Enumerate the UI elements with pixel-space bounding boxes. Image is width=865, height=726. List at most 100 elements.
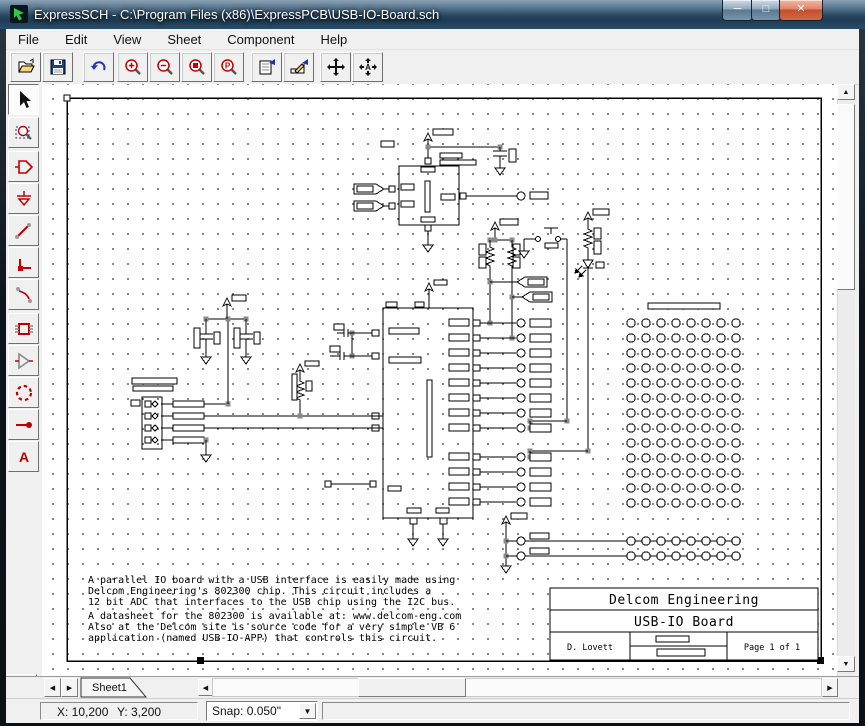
horizontal-scroll-thumb[interactable]	[358, 678, 466, 697]
cursor-y-value: Y: 3,200	[117, 705, 161, 719]
tool-wire[interactable]	[8, 215, 39, 246]
vertical-scroll-thumb[interactable]	[837, 104, 855, 290]
title-block-project: USB-IO Board	[634, 615, 734, 630]
sheet-tab-row: ◀ ▶ Sheet1 ◀ ▶	[6, 676, 859, 699]
undo-button[interactable]	[83, 52, 114, 82]
annotation-line: Delcom Engineering's 802300 chip. This c…	[88, 586, 431, 597]
app-icon	[10, 5, 28, 23]
zoom-area-icon	[13, 122, 35, 144]
menu-view[interactable]: View	[109, 31, 145, 48]
hscroll-left-button[interactable]: ◀	[198, 679, 213, 696]
ground-icon	[13, 188, 35, 210]
window-body: File Edit View Sheet Component Help	[6, 29, 859, 722]
pan-icon	[326, 57, 346, 77]
tab-scroll-left-button[interactable]: ◀	[44, 678, 61, 697]
status-message-panel	[322, 702, 850, 720]
schematic-canvas[interactable]: A parallel IO board with a USB interface…	[42, 84, 837, 676]
coordinates-panel: X: 10,200 Y: 3,200	[40, 702, 198, 720]
menu-sheet[interactable]: Sheet	[163, 31, 205, 48]
svg-text:A: A	[18, 449, 28, 465]
check-schematic-icon	[289, 57, 309, 77]
title-block-author: D. Lovett	[567, 643, 613, 653]
tool-port[interactable]	[8, 151, 39, 182]
menu-help[interactable]: Help	[317, 31, 352, 48]
tool-text[interactable]: A	[8, 441, 39, 472]
text-icon: A	[13, 446, 35, 468]
pan-auto-button[interactable]: A	[352, 52, 383, 82]
menu-edit[interactable]: Edit	[61, 31, 91, 48]
dip-socket-grid[interactable]	[624, 303, 743, 564]
tab-scroll-right-button[interactable]: ▶	[61, 678, 78, 697]
tool-zoom-area[interactable]	[8, 117, 39, 148]
snap-dropdown[interactable]: Snap: 0.050" ▼	[206, 701, 318, 721]
tool-circle[interactable]	[8, 377, 39, 408]
scroll-down-button[interactable]: ▼	[837, 656, 855, 672]
close-button[interactable]: ✕	[779, 0, 823, 21]
tool-corner[interactable]	[8, 247, 39, 278]
maximize-button[interactable]: □	[751, 0, 781, 21]
zoom-out-icon	[155, 57, 175, 77]
annotation-line: A datasheet for the 802300 is available …	[88, 611, 461, 622]
tool-gate[interactable]	[8, 345, 39, 376]
sheet-tab[interactable]: Sheet1	[80, 677, 152, 698]
net-icon	[13, 414, 35, 436]
status-bar: X: 10,200 Y: 3,200 Snap: 0.050" ▼	[6, 698, 859, 723]
sheet-properties-button[interactable]	[251, 52, 282, 82]
window-title: ExpressSCH - C:\Program Files (x86)\Expr…	[34, 7, 439, 22]
tool-palette: A	[6, 84, 42, 676]
menu-component[interactable]: Component	[223, 31, 298, 48]
header-j1-symbol[interactable]	[131, 295, 383, 462]
title-block-company: Delcom Engineering	[609, 593, 759, 608]
tool-select[interactable]	[8, 84, 39, 115]
zoom-previous-button[interactable]: P	[213, 52, 244, 82]
horizontal-scrollbar[interactable]	[212, 678, 822, 697]
save-button[interactable]	[42, 52, 73, 82]
cursor-x-value: X: 10,200	[57, 705, 108, 719]
minimize-button[interactable]: ─	[722, 0, 753, 21]
menu-file[interactable]: File	[14, 31, 43, 48]
annotation-text[interactable]: A parallel IO board with a USB interface…	[88, 575, 461, 644]
window-border-right	[859, 29, 865, 722]
annotation-line: 12 bit ADC that interfaces to the USB ch…	[88, 597, 455, 608]
title-bar[interactable]: ExpressSCH - C:\Program Files (x86)\Expr…	[0, 0, 865, 30]
usb-connector-symbol[interactable]	[354, 129, 548, 252]
title-block[interactable]: Delcom Engineering USB-IO Board D. Lovet…	[550, 588, 818, 660]
main-toolbar: P A	[6, 50, 859, 85]
zoom-out-button[interactable]	[149, 52, 180, 82]
open-button[interactable]	[10, 52, 41, 82]
tool-curve[interactable]	[8, 279, 39, 310]
save-icon	[48, 57, 68, 77]
zoom-in-button[interactable]	[117, 52, 148, 82]
pan-button[interactable]	[320, 52, 351, 82]
scroll-up-button[interactable]: ▲	[837, 84, 855, 100]
check-schematic-button[interactable]	[283, 52, 314, 82]
pan-auto-icon: A	[358, 57, 378, 77]
sheet-properties-icon	[257, 57, 277, 77]
mid-resistor[interactable]	[292, 361, 319, 419]
component-icon	[13, 318, 35, 340]
wire-icon	[13, 220, 35, 242]
hscroll-right-button[interactable]: ▶	[822, 678, 838, 697]
menu-bar: File Edit View Sheet Component Help	[6, 29, 859, 50]
zoom-fit-button[interactable]	[181, 52, 212, 82]
tool-net[interactable]	[8, 409, 39, 440]
corner-icon	[13, 252, 35, 274]
snap-dropdown-button[interactable]: ▼	[299, 703, 316, 719]
svg-text:A: A	[365, 63, 371, 72]
title-block-page: Page 1 of 1	[744, 643, 800, 653]
annotation-line: A parallel IO board with a USB interface…	[88, 575, 455, 586]
schematic-drawing: A parallel IO board with a USB interface…	[42, 84, 837, 676]
tool-component[interactable]	[8, 313, 39, 344]
port-icon	[13, 156, 35, 178]
tool-ground[interactable]	[8, 183, 39, 214]
zoom-previous-icon: P	[219, 57, 239, 77]
annotation-line: Also at the Delcom site is source code f…	[88, 622, 455, 633]
snap-value: Snap: 0.050"	[212, 704, 281, 718]
main-ic-symbol[interactable]	[325, 280, 551, 546]
undo-icon	[89, 57, 109, 77]
sheet-tab-label: Sheet1	[92, 682, 127, 694]
annotation-line: application (named USB-IO-APP) that cont…	[88, 633, 437, 644]
zoom-fit-icon	[187, 57, 207, 77]
open-icon	[16, 57, 36, 77]
select-icon	[13, 89, 35, 111]
